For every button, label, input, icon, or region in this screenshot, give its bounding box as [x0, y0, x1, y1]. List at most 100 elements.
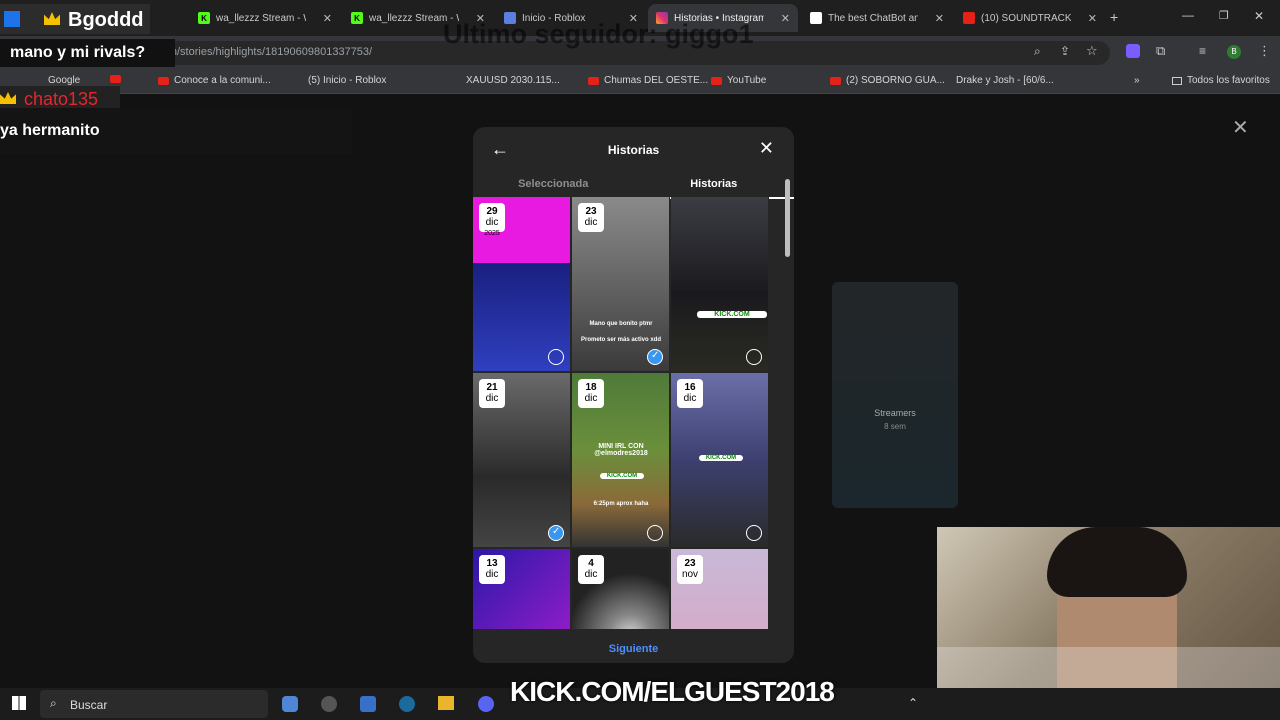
- copilot-icon[interactable]: [282, 696, 298, 712]
- bookmark-youtube-a[interactable]: [110, 75, 121, 83]
- bookmark-xauusd[interactable]: XAUUSD 2030.115...: [466, 75, 560, 86]
- story-caption: KICK.COM: [600, 473, 644, 479]
- new-tab-icon[interactable]: +: [1110, 9, 1118, 25]
- chatgpt-icon[interactable]: [321, 696, 337, 712]
- highlight-card[interactable]: Streamers 8 sem: [832, 282, 958, 508]
- select-circle[interactable]: [647, 349, 663, 365]
- url-text: m.com/stories/highlights/181906098013377…: [144, 46, 373, 58]
- zoom-icon[interactable]: ⌕: [1034, 44, 1041, 59]
- tab-stream-1[interactable]: K wa_llezzz Stream - Wa ✕: [190, 4, 340, 32]
- channel-badge: Bgoddd: [0, 4, 150, 34]
- story-thumbnail[interactable]: 23 nov: [671, 549, 769, 629]
- story-date: 13 dic: [479, 555, 505, 584]
- select-circle[interactable]: [548, 525, 564, 541]
- bookmark-label: Drake y Josh - [60/6...: [956, 75, 1054, 86]
- windows-icon[interactable]: [12, 696, 26, 710]
- select-circle[interactable]: [548, 349, 564, 365]
- chat-message-box: mano y mi rivals?: [0, 39, 175, 67]
- close-stories-icon[interactable]: ✕: [1232, 115, 1249, 140]
- bookmark-chumas[interactable]: Chumas DEL OESTE...: [588, 75, 708, 86]
- bookmark-label: Google: [48, 75, 81, 86]
- star-icon[interactable]: ☆: [1086, 43, 1098, 59]
- story-thumbnail[interactable]: KICK.COM: [671, 197, 769, 371]
- story-thumbnail[interactable]: 21 dic: [473, 373, 571, 547]
- streamer-hair: [1047, 527, 1187, 597]
- tab-title: (10) SOUNDTRACK EE: [981, 12, 1071, 24]
- story-date: 18 dic: [578, 379, 604, 408]
- story-thumbnail[interactable]: 4 dic: [572, 549, 670, 629]
- story-caption: KICK.COM: [699, 455, 743, 461]
- youtube-icon: [963, 12, 975, 24]
- bookmark-label: Chumas DEL OESTE...: [604, 75, 709, 86]
- scrollbar[interactable]: [785, 171, 790, 627]
- close-icon[interactable]: ✕: [1088, 12, 1097, 25]
- story-date: 16 dic: [677, 379, 703, 408]
- tab-youtube[interactable]: (10) SOUNDTRACK EE ✕: [955, 4, 1105, 32]
- youtube-icon: [711, 76, 722, 85]
- bookmark-label: Conoce a la comuni...: [174, 75, 271, 86]
- story-caption: Mano que bonito ptmr: [589, 321, 653, 327]
- search-box[interactable]: ⌕ Buscar: [40, 690, 268, 718]
- menu-icon[interactable]: ⋮: [1258, 43, 1271, 59]
- bookmark-community[interactable]: Conoce a la comuni...: [158, 75, 271, 86]
- discord-icon[interactable]: [478, 696, 494, 712]
- all-bookmarks-folder[interactable]: Todos los favoritos: [1172, 75, 1270, 86]
- story-thumbnail[interactable]: 23 dic Mano que bonito ptmr Prometo ser m…: [572, 197, 670, 371]
- crown-icon: [44, 12, 60, 25]
- bookmark-label: Todos los favoritos: [1187, 75, 1270, 86]
- kick-icon: K: [198, 12, 210, 24]
- avatar[interactable]: B: [1227, 45, 1241, 59]
- chat-message: mano y mi rivals?: [10, 44, 146, 61]
- stories-modal: ← Historias ✕ Seleccionada Historias 29 d…: [473, 127, 794, 663]
- tab-chatbot[interactable]: The best ChatBot and ✕: [802, 4, 952, 32]
- extensions-icon[interactable]: ⧉: [1156, 43, 1165, 59]
- channel-name: Bgoddd: [68, 9, 144, 31]
- story-thumbnail[interactable]: 18 dic MINI IRL CON @elmodres2018 KICK.CO…: [572, 373, 670, 547]
- steam-icon[interactable]: [399, 696, 415, 712]
- close-icon[interactable]: ✕: [323, 12, 332, 25]
- bookmark-soborno[interactable]: (2) SOBORNO GUA...: [830, 75, 945, 86]
- bookmark-label: XAUUSD 2030.115...: [466, 75, 560, 86]
- kick-icon: K: [351, 12, 363, 24]
- youtube-icon: [830, 76, 841, 85]
- close-icon[interactable]: ✕: [781, 12, 790, 25]
- folder-icon[interactable]: [438, 696, 454, 710]
- bookmark-label: (2) SOBORNO GUA...: [846, 75, 945, 86]
- story-date: 29 dic 2025: [479, 203, 505, 237]
- story-thumbnail[interactable]: 16 dic KICK.COM: [671, 373, 769, 547]
- chevron-up-icon[interactable]: ⌃: [908, 696, 918, 710]
- chat-username: chato135: [24, 89, 99, 109]
- bookmark-youtube[interactable]: YouTube: [711, 75, 766, 86]
- select-circle[interactable]: [746, 349, 762, 365]
- modal-title: Historias: [607, 143, 660, 157]
- tab-selected[interactable]: Seleccionada: [473, 173, 634, 199]
- minimize-icon[interactable]: —: [1182, 8, 1194, 22]
- store-icon[interactable]: [360, 696, 376, 712]
- story-thumbnail[interactable]: 29 dic 2025: [473, 197, 571, 371]
- chevron-right-icon[interactable]: »: [1134, 75, 1140, 86]
- select-circle[interactable]: [647, 525, 663, 541]
- close-icon[interactable]: ✕: [759, 138, 774, 159]
- bookmark-drake-josh[interactable]: Drake y Josh - [60/6...: [956, 75, 1054, 86]
- story-caption: 6:25pm aprox haha: [593, 501, 649, 507]
- install-icon[interactable]: ⇪: [1060, 44, 1070, 58]
- close-icon[interactable]: ✕: [935, 12, 944, 25]
- twitch-extension-icon[interactable]: [1126, 44, 1140, 58]
- stories-grid: 29 dic 2025 23 dic Mano que bonito ptmr Pro…: [473, 197, 773, 629]
- back-arrow-icon[interactable]: ←: [491, 139, 509, 160]
- story-date: 23 dic: [578, 203, 604, 232]
- media-icon[interactable]: ≡: [1199, 44, 1206, 58]
- play-icon: [4, 11, 20, 27]
- bookmark-google[interactable]: Google: [48, 75, 80, 86]
- next-button[interactable]: Siguiente: [473, 643, 794, 655]
- story-thumbnail[interactable]: 13 dic: [473, 549, 571, 629]
- scrollbar-thumb[interactable]: [785, 179, 790, 257]
- bookmark-roblox[interactable]: (5) Inicio - Roblox: [308, 75, 386, 86]
- story-date: 4 dic: [578, 555, 604, 584]
- folder-icon: [1172, 76, 1182, 85]
- chat-message: ya hermanito: [0, 122, 100, 139]
- restore-icon[interactable]: ❐: [1219, 9, 1229, 22]
- tab-stories[interactable]: Historias: [633, 173, 794, 199]
- close-window-icon[interactable]: ✕: [1254, 9, 1264, 23]
- select-circle[interactable]: [746, 525, 762, 541]
